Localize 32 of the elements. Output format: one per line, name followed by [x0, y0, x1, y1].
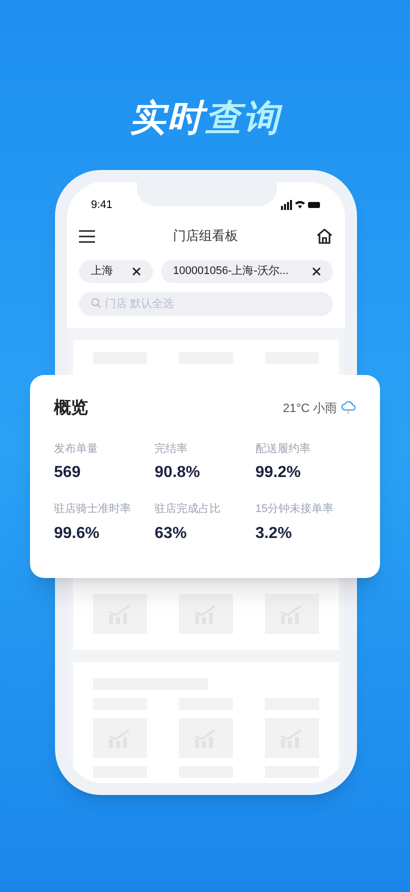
rain-cloud-icon [341, 400, 356, 415]
chart-placeholder-icon [93, 718, 147, 758]
metric-value: 99.2% [255, 463, 302, 483]
metric-label: 15分钟未接单率 [255, 502, 335, 517]
weather-text: 21°C 小雨 [282, 400, 337, 417]
card-title: 概览 [54, 397, 88, 419]
headline: 实时查询 [129, 100, 281, 140]
close-icon[interactable] [132, 267, 141, 276]
menu-icon[interactable] [79, 230, 95, 242]
chart-placeholder-icon [179, 594, 233, 634]
filter-chip[interactable]: 上海 [79, 260, 153, 283]
metric-value: 3.2% [255, 524, 293, 544]
metric-label: 驻店完成占比 [154, 502, 222, 517]
filter-chip[interactable]: 100001056-上海-沃尔... [161, 260, 333, 283]
status-time: 9:41 [91, 198, 112, 213]
page-title: 门店组看板 [173, 227, 238, 246]
metric-value: 63% [154, 524, 188, 544]
chart-placeholder-icon [93, 594, 147, 634]
metric-label: 发布单量 [54, 442, 99, 456]
search-field[interactable]: 门店 默认全选 [79, 292, 333, 316]
metric-value: 99.6% [54, 524, 100, 544]
search-icon [91, 298, 101, 308]
metric-label: 配送履约率 [255, 442, 312, 456]
chart-placeholder-icon [265, 594, 319, 634]
close-icon[interactable] [312, 267, 321, 276]
metric-value: 569 [54, 463, 82, 483]
metric-value: 90.8% [154, 463, 202, 483]
chart-placeholder-icon [265, 718, 319, 758]
home-icon[interactable] [316, 228, 333, 244]
metric-label: 完结率 [154, 442, 189, 456]
chart-placeholder-icon [179, 718, 233, 758]
metric-label: 驻店骑士准时率 [54, 502, 132, 517]
